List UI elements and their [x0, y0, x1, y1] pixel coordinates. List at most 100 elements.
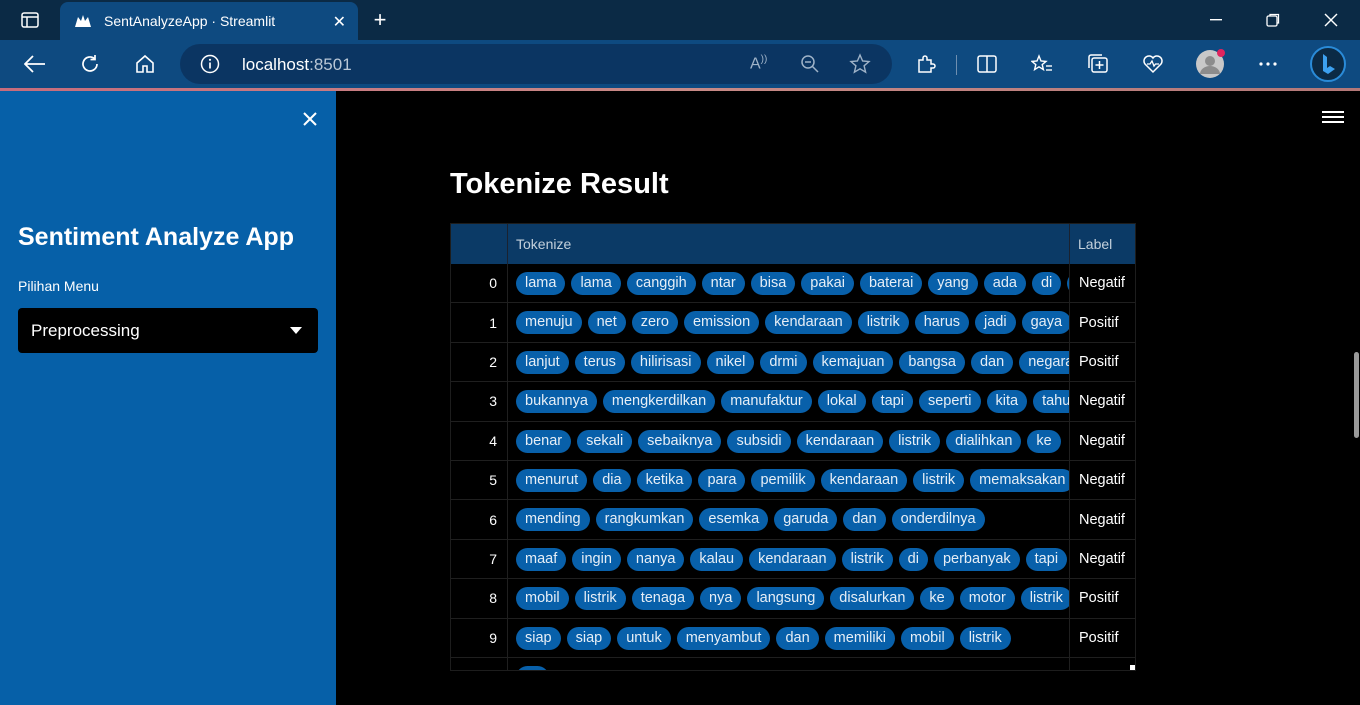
streamlit-favicon-icon — [74, 12, 92, 30]
tokenize-cell[interactable]: mending rangkumkan esemka garuda dan onderdil… — [508, 500, 1070, 539]
token-pill: ke — [920, 587, 954, 611]
new-tab-icon[interactable]: + — [366, 6, 394, 34]
tokenize-cell[interactable]: … — [508, 657, 1070, 670]
read-aloud-icon[interactable]: A)) — [750, 54, 767, 73]
more-options-icon[interactable] — [1252, 48, 1284, 80]
home-icon[interactable] — [129, 48, 161, 80]
token-pill: lokal — [817, 390, 866, 414]
tokenize-cell[interactable]: benar sekali sebaiknya subsidi kendaraan list… — [508, 421, 1070, 460]
table-row[interactable]: 0 lama lama canggih ntar bisa pakai baterai yang… — [451, 264, 1135, 304]
tokenize-cell[interactable]: mobil listrik tenaga nya langsung disalurkan k… — [508, 579, 1070, 618]
table-row[interactable]: 2 lanjut terus hilirisasi nikel drmi kemajuan b… — [451, 342, 1135, 383]
table-row[interactable]: 9 siap siap untuk menyambut dan memiliki mobil l… — [451, 618, 1135, 658]
tokenize-cell[interactable]: bukannya mengkerdilkan manufaktur lokal tapi… — [508, 382, 1070, 421]
label-cell[interactable]: Negatif — [1070, 500, 1135, 538]
header-tokenize[interactable]: Tokenize — [508, 224, 1070, 264]
label-cell[interactable] — [1070, 658, 1135, 670]
token-pill: kendaraan — [765, 311, 852, 335]
label-cell[interactable]: Negatif — [1070, 461, 1135, 499]
token-pill: subsidi — [727, 429, 791, 453]
token-pill: langsung — [747, 587, 825, 611]
token-pill: garuda — [774, 508, 838, 532]
main-menu-icon[interactable] — [1322, 108, 1344, 126]
token-pill: negara — [1019, 350, 1069, 374]
browser-tab[interactable]: SentAnalyzeApp · Streamlit ✕ — [60, 2, 358, 40]
tokenize-cell[interactable]: lama lama canggih ntar bisa pakai baterai yang a… — [508, 264, 1070, 303]
table-row[interactable]: 6 mending rangkumkan esemka garuda dan onderdi… — [451, 500, 1135, 540]
table-row[interactable]: 5 menurut dia ketika para pemilik kendaraan lis… — [451, 460, 1135, 501]
site-info-icon[interactable] — [200, 54, 220, 79]
extensions-icon[interactable] — [910, 48, 942, 80]
favorite-star-icon[interactable] — [849, 53, 871, 80]
tokenize-cell[interactable]: menurut dia ketika para pemilik kendaraan list… — [508, 460, 1070, 500]
table-row[interactable]: 10 … — [451, 657, 1135, 670]
tokenize-cell[interactable]: siap siap untuk menyambut dan memiliki mobil li… — [508, 618, 1070, 657]
token-pill: benar — [516, 429, 572, 453]
token-pill: di — [1031, 272, 1062, 295]
label-cell[interactable]: Positif — [1070, 619, 1135, 657]
token-pill: seperti — [918, 390, 981, 414]
url-text: localhost:8501 — [242, 55, 352, 74]
minimize-icon[interactable] — [1190, 0, 1242, 40]
token-pill: dia — [593, 468, 631, 492]
back-icon[interactable] — [19, 48, 51, 80]
token-pill: emission — [683, 311, 760, 335]
token-pill: dialihkan — [946, 429, 1022, 453]
table-resize-handle[interactable] — [1130, 665, 1135, 670]
token-pill: maaf — [516, 547, 567, 571]
label-cell[interactable]: Negatif — [1070, 382, 1135, 420]
label-cell[interactable]: Positif — [1070, 579, 1135, 617]
token-pill: listrik — [841, 547, 893, 571]
address-bar[interactable]: localhost:8501 A)) — [180, 44, 892, 84]
token-pill: di — [898, 547, 928, 571]
favorites-icon[interactable] — [1026, 48, 1058, 80]
row-index: 6 — [451, 500, 508, 539]
token-pill: gaya — [1021, 311, 1069, 335]
token-pill: disalurkan — [830, 587, 915, 611]
profile-avatar-icon[interactable] — [1194, 48, 1226, 80]
close-window-icon[interactable] — [1305, 0, 1357, 40]
token-pill: siap — [566, 626, 612, 650]
table-row[interactable]: 3 bukannya mengkerdilkan manufaktur lokal tap… — [451, 382, 1135, 422]
browser-toolbar: localhost:8501 A)) — [0, 40, 1360, 88]
table-row[interactable]: 4 benar sekali sebaiknya subsidi kendaraan lis… — [451, 421, 1135, 461]
label-cell[interactable]: Positif — [1070, 343, 1135, 381]
tokenize-cell[interactable]: lanjut terus hilirisasi nikel drmi kemajuan ba… — [508, 342, 1070, 382]
zoom-out-icon[interactable] — [800, 54, 820, 79]
tokenize-table[interactable]: Tokenize Label 0 lama lama canggih ntar bisa p… — [450, 223, 1136, 671]
token-pill: lama — [516, 272, 566, 295]
table-row[interactable]: 7 maaf ingin nanya kalau kendaraan listrik di pe… — [451, 539, 1135, 580]
token-pill: memaksakan — [970, 468, 1069, 492]
copilot-icon[interactable] — [1308, 44, 1348, 84]
collections-icon[interactable] — [1082, 48, 1114, 80]
browser-essentials-icon[interactable] — [1137, 48, 1169, 80]
refresh-icon[interactable] — [74, 48, 106, 80]
tokenize-cell[interactable]: maaf ingin nanya kalau kendaraan listrik di per… — [508, 539, 1070, 579]
tokenize-cell[interactable]: menuju net zero emission kendaraan listrik har… — [508, 303, 1070, 342]
tab-actions-icon[interactable] — [4, 0, 56, 40]
row-index: 10 — [451, 657, 508, 670]
app-title: Sentiment Analyze App — [18, 223, 294, 251]
label-cell[interactable]: Negatif — [1070, 540, 1135, 578]
header-label[interactable]: Label — [1070, 224, 1135, 264]
restore-icon[interactable] — [1247, 0, 1299, 40]
label-cell[interactable]: Positif — [1070, 303, 1135, 341]
token-pill: zero — [631, 311, 678, 335]
label-cell[interactable]: Negatif — [1070, 264, 1135, 302]
table-row[interactable]: 8 mobil listrik tenaga nya langsung disalurkan… — [451, 579, 1135, 619]
row-index: 7 — [451, 539, 508, 579]
token-pill: yang — [928, 272, 978, 295]
token-pill: terus — [574, 350, 625, 374]
label-cell[interactable]: Negatif — [1070, 422, 1135, 460]
token-pill: jadi — [975, 311, 1016, 335]
page-scrollbar[interactable] — [1354, 352, 1359, 438]
header-index[interactable] — [451, 224, 508, 264]
menu-select[interactable]: Preprocessing — [18, 308, 318, 353]
token-pill: listrik — [1020, 587, 1069, 611]
split-screen-icon[interactable] — [971, 48, 1003, 80]
sidebar-close-icon[interactable] — [298, 107, 322, 131]
table-row[interactable]: 1 menuju net zero emission kendaraan listrik ha… — [451, 303, 1135, 343]
token-pill: … — [516, 665, 549, 670]
tab-close-icon[interactable]: ✕ — [333, 12, 346, 32]
token-pill: rangkumkan — [595, 508, 694, 532]
